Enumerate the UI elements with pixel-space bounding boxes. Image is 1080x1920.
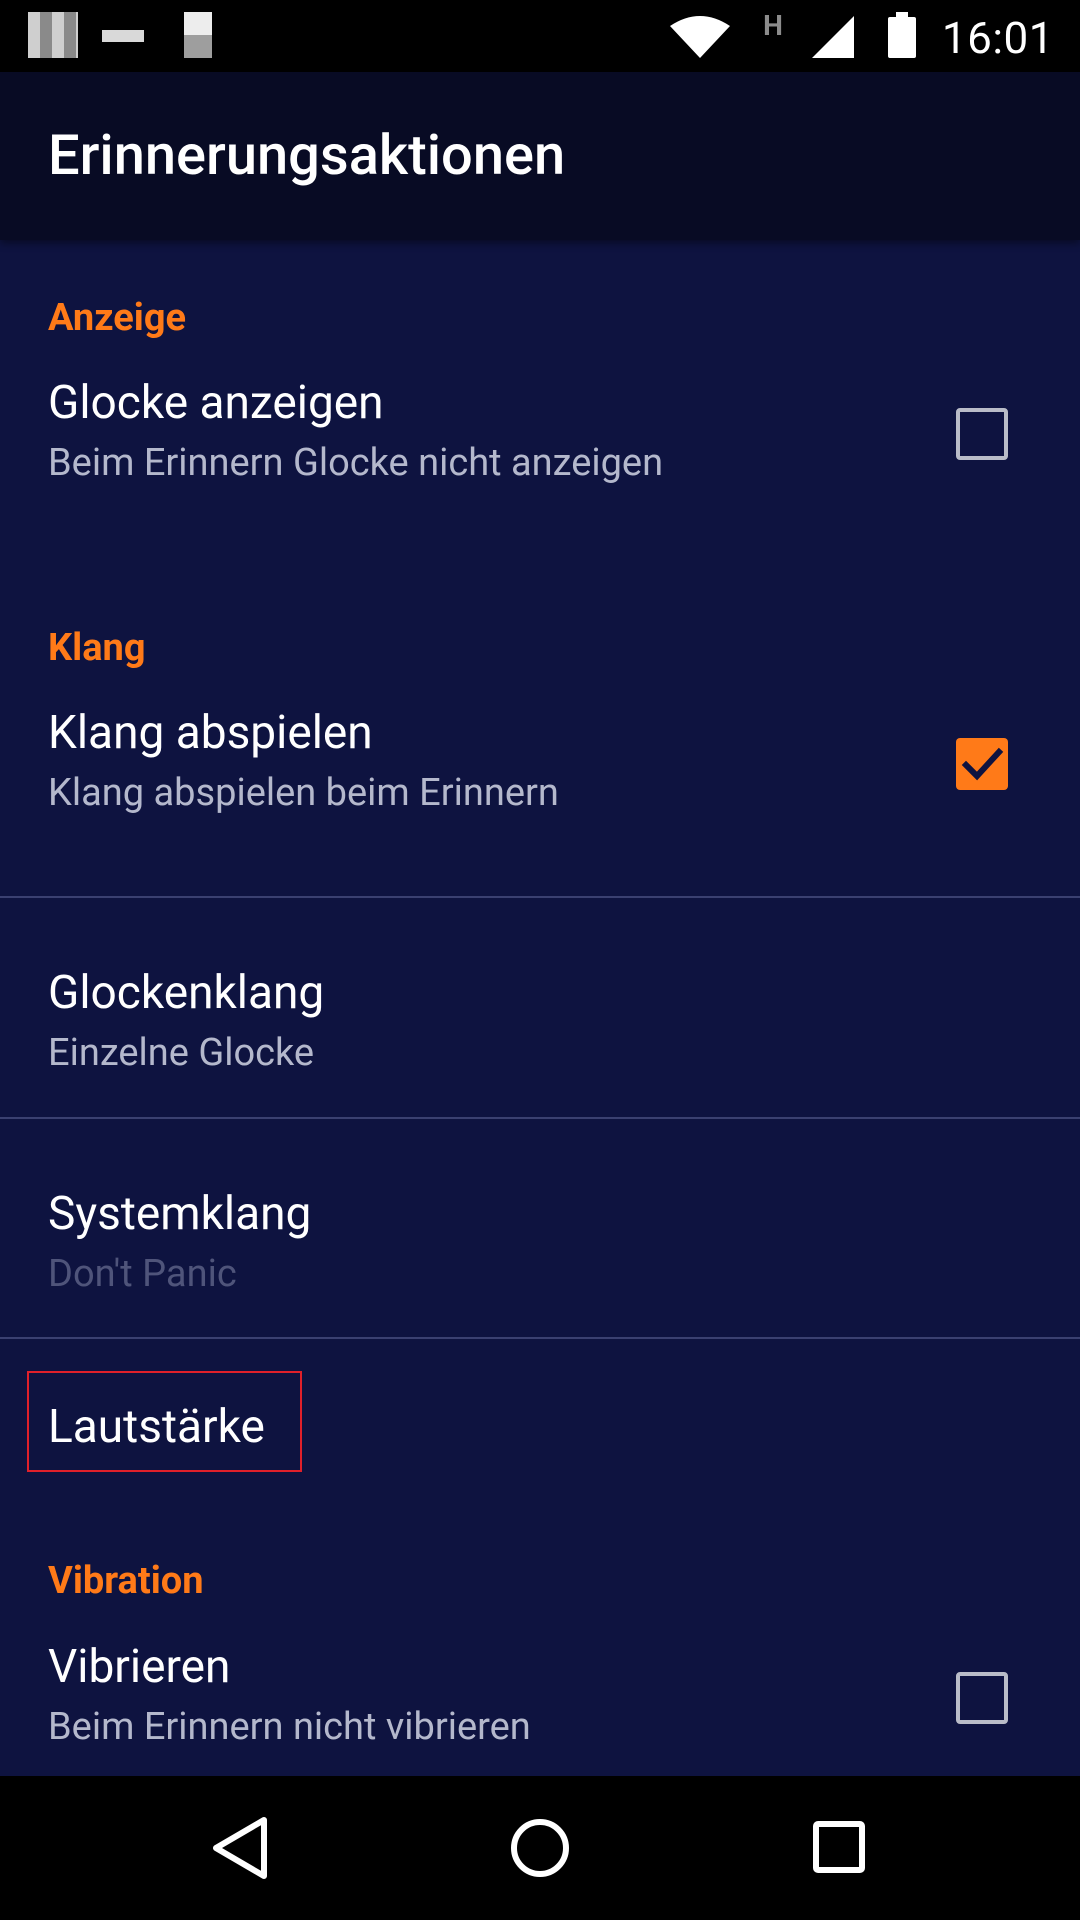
category-header-vibration: Vibration [48,1559,204,1603]
preference-show-bell[interactable]: Glocke anzeigen Beim Erinnern Glocke nic… [0,376,1080,546]
vibrate-checkbox[interactable] [956,1672,1008,1724]
show-bell-checkbox[interactable] [956,408,1008,460]
preference-summary: Don't Panic [48,1252,237,1296]
signal-icon [812,0,856,72]
preference-title: Systemklang [48,1187,312,1241]
preference-play-sound[interactable]: Klang abspielen Klang abspielen beim Eri… [0,706,1080,896]
category-header-sound: Klang [48,626,146,670]
highlight-box [27,1371,302,1472]
preference-title: Glockenklang [48,966,325,1020]
preference-bell-sound[interactable]: Glockenklang Einzelne Glocke [0,898,1080,1118]
home-icon[interactable] [502,1810,578,1886]
status-bar: H 16:01 [0,0,1080,72]
battery-icon [886,0,918,72]
back-icon[interactable] [204,1810,280,1886]
preference-summary: Einzelne Glocke [48,1031,315,1075]
preference-summary: Klang abspielen beim Erinnern [48,771,559,815]
navigation-bar [0,1776,1080,1920]
preference-title: Klang abspielen [48,706,373,760]
preference-vibrate[interactable]: Vibrieren Beim Erinnern nicht vibrieren [0,1640,1080,1776]
preference-system-sound: Systemklang Don't Panic [0,1119,1080,1339]
preference-title: Vibrieren [48,1640,231,1694]
wifi-icon [668,0,732,72]
preference-summary: Beim Erinnern Glocke nicht anzeigen [48,441,664,485]
recents-icon[interactable] [802,1810,878,1886]
app-bar: Erinnerungsaktionen [0,72,1080,240]
preference-summary: Beim Erinnern nicht vibrieren [48,1705,531,1749]
notification-icon [28,12,78,58]
check-icon [961,747,1004,781]
notification-icon [102,30,144,42]
page-title: Erinnerungsaktionen [48,122,566,188]
play-sound-checkbox[interactable] [956,738,1008,790]
h-network-icon: H [763,9,783,42]
preference-title: Glocke anzeigen [48,376,384,430]
notification-icon [184,12,212,58]
category-header-display: Anzeige [48,296,187,340]
status-clock: 16:01 [941,12,1054,64]
preference-list: Anzeige Glocke anzeigen Beim Erinnern Gl… [0,240,1080,1776]
